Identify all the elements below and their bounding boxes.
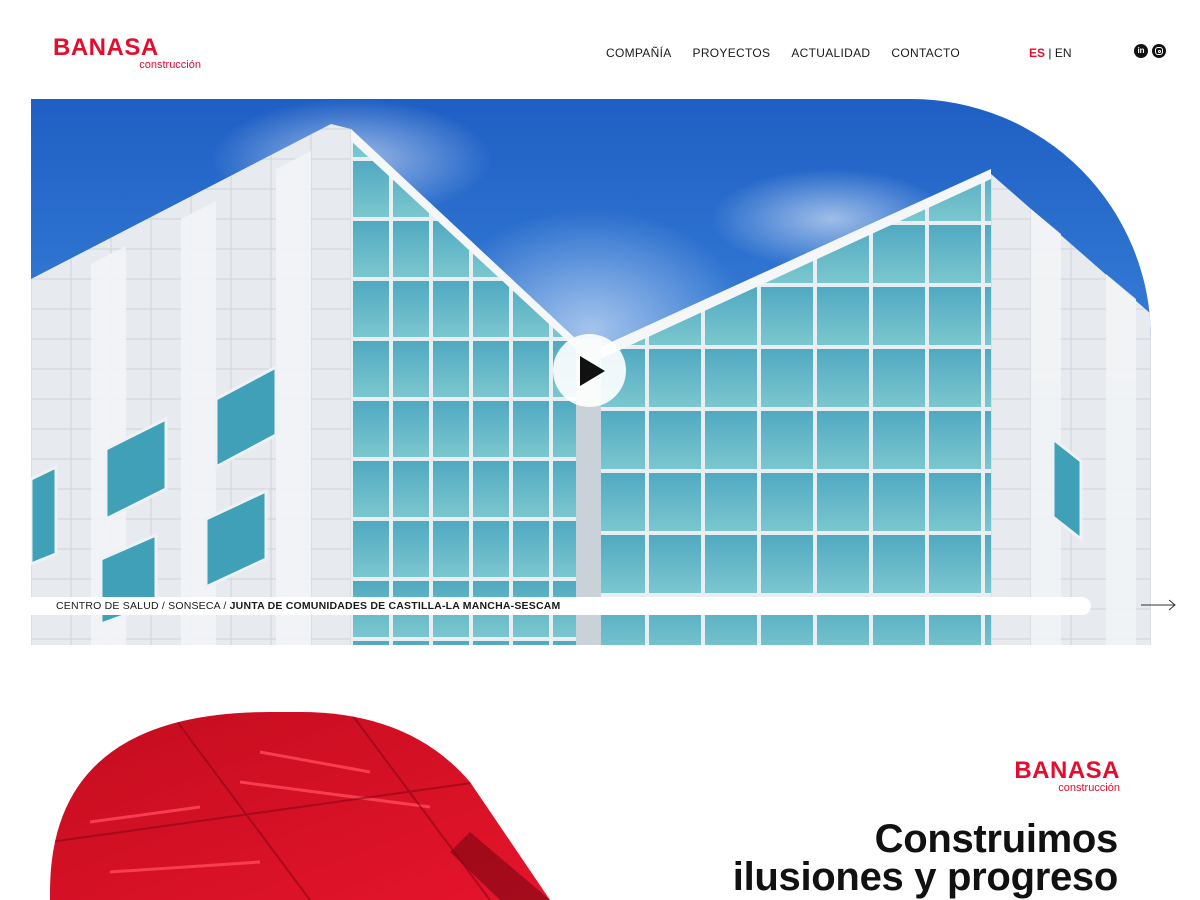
- caption-client: JUNTA DE COMUNIDADES DE CASTILLA-LA MANC…: [229, 600, 561, 612]
- main-nav: COMPAÑÍA PROYECTOS ACTUALIDAD CONTACTO: [606, 46, 960, 60]
- nav-item-compania[interactable]: COMPAÑÍA: [606, 46, 672, 60]
- language-switcher: ES | EN: [1029, 46, 1072, 60]
- logo-brand: BANASA: [53, 34, 159, 61]
- project-caption: CENTRO DE SALUD / SONSECA / JUNTA DE COM…: [56, 600, 560, 612]
- lang-separator: |: [1048, 46, 1052, 60]
- play-icon[interactable]: [553, 334, 626, 407]
- intro-headline: Construimos ilusiones y progreso: [732, 817, 1119, 899]
- caption-location: CENTRO DE SALUD / SONSECA /: [56, 600, 230, 612]
- nav-item-contacto[interactable]: CONTACTO: [891, 46, 960, 60]
- lang-en[interactable]: EN: [1055, 46, 1072, 60]
- arrow-right-icon[interactable]: [1141, 598, 1177, 612]
- intro-logo: BANASA construcción: [968, 759, 1120, 799]
- lang-es[interactable]: ES: [1029, 46, 1045, 60]
- nav-item-proyectos[interactable]: PROYECTOS: [693, 46, 771, 60]
- headline-line-1: Construimos: [874, 817, 1119, 861]
- red-ceiling-image: [50, 712, 550, 900]
- logo[interactable]: BANASA construcción: [53, 36, 203, 76]
- nav-item-actualidad[interactable]: ACTUALIDAD: [791, 46, 870, 60]
- headline-line-2: ilusiones y progreso: [732, 855, 1119, 899]
- linkedin-icon[interactable]: in: [1134, 44, 1148, 58]
- instagram-icon[interactable]: [1152, 44, 1166, 58]
- social-links: in: [1134, 44, 1166, 58]
- intro-logo-brand: BANASA: [1014, 757, 1120, 784]
